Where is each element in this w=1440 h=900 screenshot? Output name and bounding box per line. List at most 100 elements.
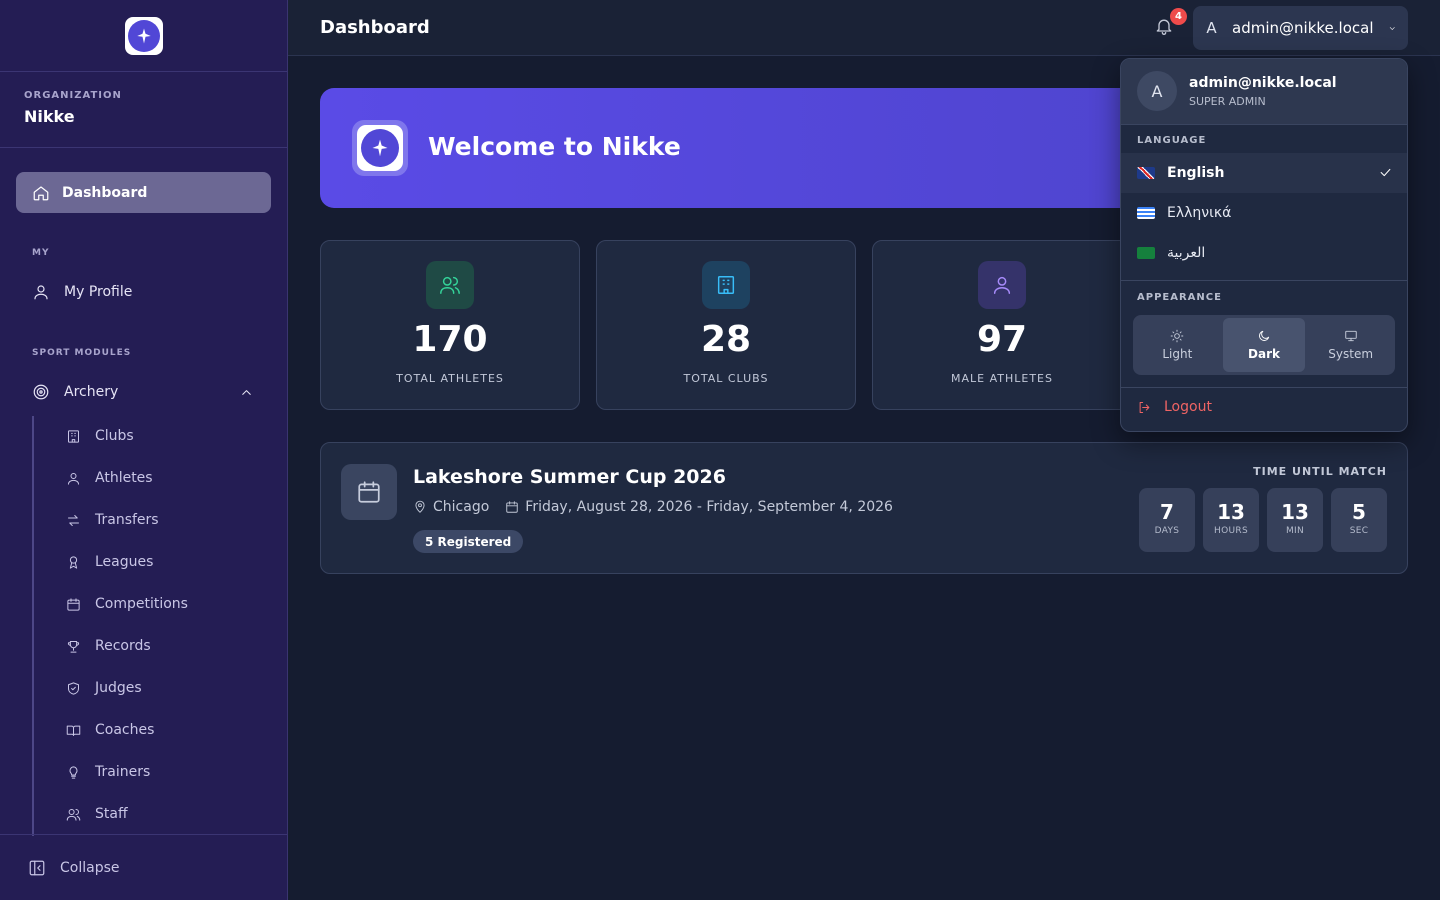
user-menu-button[interactable]: A admin@nikke.local	[1193, 6, 1408, 50]
event-location: Chicago	[433, 499, 490, 515]
event-dates: Friday, August 28, 2026 - Friday, Septem…	[525, 499, 893, 515]
countdown-seconds: 5 SEC	[1331, 488, 1387, 552]
sidebar-item-records[interactable]: Records	[66, 638, 151, 654]
language-option-arabic[interactable]: العربية	[1121, 233, 1407, 273]
countdown-days: 7 DAYS	[1139, 488, 1195, 552]
organization-block: ORGANIZATION Nikke	[0, 72, 287, 148]
sidebar-item-label: Competitions	[95, 596, 188, 612]
appearance-label: System	[1328, 347, 1374, 361]
sidebar-item-staff[interactable]: Staff	[66, 806, 128, 822]
stat-value: 28	[700, 319, 752, 360]
trophy-icon	[67, 640, 80, 653]
sidebar-item-label: Judges	[95, 680, 142, 696]
user-icon	[68, 472, 79, 485]
stat-value: 170	[412, 319, 488, 360]
lightbulb-icon	[69, 765, 78, 779]
plane-logo-icon	[127, 19, 160, 52]
avatar: A	[1137, 71, 1177, 111]
countdown-minutes: 13 MIN	[1267, 488, 1323, 552]
shield-icon	[68, 681, 79, 695]
saudi-flag-icon	[1137, 247, 1155, 259]
stat-label: TOTAL CLUBS	[683, 372, 769, 385]
sidebar-item-label: Dashboard	[62, 184, 148, 201]
logout-button[interactable]: Logout	[1137, 399, 1212, 415]
sidebar-item-label: Staff	[95, 806, 128, 822]
sidebar-item-clubs[interactable]: Clubs	[66, 428, 134, 444]
event-meta: Chicago Friday, August 28, 2026 - Friday…	[413, 499, 893, 515]
sidebar-item-athletes[interactable]: Athletes	[66, 470, 153, 486]
stat-value: 97	[976, 319, 1028, 360]
sidebar-item-label: Athletes	[95, 470, 153, 486]
uk-flag-icon	[1137, 167, 1155, 179]
moon-icon	[1259, 330, 1270, 341]
event-title: Lakeshore Summer Cup 2026	[413, 466, 726, 488]
app-logo[interactable]	[124, 16, 163, 55]
users-icon	[426, 261, 474, 309]
check-icon	[1380, 168, 1391, 177]
language-option-english[interactable]: English	[1121, 153, 1407, 193]
sidebar-item-archery[interactable]: Archery	[32, 383, 254, 401]
countdown-unit: HOURS	[1214, 526, 1248, 536]
stat-label: MALE ATHLETES	[951, 372, 1053, 385]
top-bar: Dashboard 4 A admin@nikke.local	[288, 0, 1440, 56]
sidebar-item-my-profile[interactable]: My Profile	[32, 283, 132, 301]
sidebar-item-label: Archery	[64, 384, 119, 400]
submenu-line	[32, 416, 34, 836]
sidebar-item-coaches[interactable]: Coaches	[66, 722, 154, 738]
organization-label: ORGANIZATION	[24, 90, 122, 101]
appearance-dark-button[interactable]: Dark	[1222, 318, 1306, 372]
countdown-value: 7	[1160, 500, 1174, 524]
dropdown-email: admin@nikke.local	[1189, 75, 1337, 91]
calendar-icon	[67, 597, 80, 611]
logout-icon	[1139, 401, 1150, 413]
language-option-greek[interactable]: Ελληνικά	[1121, 193, 1407, 233]
sidebar-item-label: Coaches	[95, 722, 155, 738]
sidebar-item-label: My Profile	[64, 284, 133, 300]
sidebar-item-label: Leagues	[95, 554, 154, 570]
dropdown-role: SUPER ADMIN	[1189, 95, 1266, 108]
chevron-up-icon[interactable]	[239, 385, 254, 400]
users-icon	[66, 808, 81, 821]
calendar-icon	[506, 501, 518, 513]
organization-name: Nikke	[24, 107, 75, 126]
sidebar-item-trainers[interactable]: Trainers	[66, 764, 150, 780]
section-label-sport-modules: SPORT MODULES	[32, 348, 132, 358]
greece-flag-icon	[1137, 207, 1155, 219]
map-pin-icon	[415, 500, 425, 513]
target-icon	[33, 384, 49, 400]
sidebar: ORGANIZATION Nikke Dashboard MY My Profi…	[0, 0, 288, 900]
divider	[1121, 280, 1407, 281]
collapse-button[interactable]: Collapse	[0, 834, 287, 900]
language-section-label: LANGUAGE	[1137, 135, 1207, 146]
dropdown-user-header: A admin@nikke.local SUPER ADMIN	[1121, 59, 1407, 125]
monitor-icon	[1344, 330, 1357, 342]
countdown-unit: MIN	[1285, 526, 1305, 536]
appearance-system-button[interactable]: System	[1309, 318, 1392, 372]
sidebar-item-label: Clubs	[95, 428, 134, 444]
language-label: Ελληνικά	[1167, 205, 1232, 221]
banner-logo	[352, 120, 408, 176]
countdown-value: 5	[1352, 500, 1366, 524]
user-dropdown-menu: A admin@nikke.local SUPER ADMIN LANGUAGE…	[1120, 58, 1408, 432]
appearance-label: Light	[1162, 347, 1193, 361]
plane-logo-icon	[361, 129, 399, 167]
transfer-icon	[68, 514, 79, 526]
building-icon	[702, 261, 750, 309]
sidebar-item-transfers[interactable]: Transfers	[66, 512, 159, 528]
sidebar-item-competitions[interactable]: Competitions	[66, 596, 188, 612]
upcoming-event-card[interactable]: Lakeshore Summer Cup 2026 Chicago Friday…	[320, 442, 1408, 574]
sidebar-item-leagues[interactable]: Leagues	[66, 554, 153, 570]
stat-card-total-athletes[interactable]: 170 TOTAL ATHLETES	[320, 240, 580, 410]
sidebar-item-dashboard[interactable]: Dashboard	[16, 172, 271, 213]
appearance-label: Dark	[1248, 347, 1280, 361]
sidebar-item-label: Records	[95, 638, 151, 654]
collapse-label: Collapse	[60, 859, 120, 876]
banner-title: Welcome to Nikke	[428, 132, 681, 161]
appearance-section-label: APPEARANCE	[1137, 292, 1222, 303]
award-icon	[69, 555, 78, 569]
appearance-light-button[interactable]: Light	[1136, 318, 1219, 372]
notification-count-badge: 4	[1170, 8, 1187, 25]
sidebar-item-judges[interactable]: Judges	[66, 680, 142, 696]
stat-card-total-clubs[interactable]: 28 TOTAL CLUBS	[596, 240, 856, 410]
stat-card-male-athletes[interactable]: 97 MALE ATHLETES	[872, 240, 1132, 410]
